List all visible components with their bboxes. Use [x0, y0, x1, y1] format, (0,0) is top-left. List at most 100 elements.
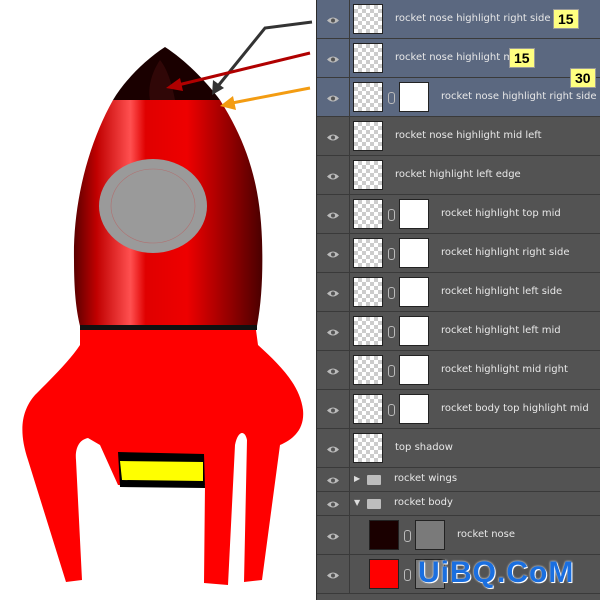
eye-icon — [326, 470, 340, 489]
eye-icon — [326, 205, 340, 224]
visibility-toggle[interactable] — [317, 195, 350, 233]
eye-icon — [326, 439, 340, 458]
layer-row[interactable]: ▼ rocket body — [317, 492, 600, 516]
layer-name[interactable]: rocket highlight top mid — [441, 208, 561, 219]
link-icon[interactable] — [404, 530, 411, 542]
layers-panel: rocket nose highlight right side up 15 roc… — [316, 0, 600, 600]
layer-thumbnail[interactable] — [353, 394, 383, 424]
eye-icon — [326, 283, 340, 302]
layer-row[interactable]: rocket nose highlight mid 15 — [317, 39, 600, 78]
layer-row[interactable]: rocket highlight right side — [317, 234, 600, 273]
eye-icon — [326, 400, 340, 419]
layer-thumbnail[interactable] — [353, 43, 383, 73]
link-icon[interactable] — [388, 365, 395, 377]
visibility-toggle[interactable] — [317, 516, 350, 554]
eye-icon — [326, 127, 340, 146]
layer-row[interactable]: rocket nose — [317, 516, 600, 555]
layer-thumbnail[interactable] — [353, 238, 383, 268]
fill-color-thumbnail[interactable] — [369, 520, 399, 550]
layer-thumbnail[interactable] — [353, 121, 383, 151]
visibility-toggle[interactable] — [317, 78, 350, 116]
layer-thumbnail[interactable] — [353, 82, 383, 112]
eye-icon — [326, 49, 340, 68]
group-name[interactable]: rocket wings — [394, 473, 457, 484]
layer-thumbnail[interactable] — [353, 355, 383, 385]
layer-mask-thumbnail[interactable] — [399, 82, 429, 112]
layer-row[interactable]: rocket highlight left edge — [317, 156, 600, 195]
layer-name[interactable]: rocket highlight left side — [441, 286, 562, 297]
layer-row[interactable]: rocket nose highlight mid left — [317, 117, 600, 156]
layer-name[interactable]: top shadow — [395, 442, 453, 453]
visibility-toggle[interactable] — [317, 390, 350, 428]
layer-name[interactable]: rocket nose highlight mid left — [395, 130, 542, 141]
layer-mask-thumbnail[interactable] — [399, 199, 429, 229]
layer-row[interactable]: ▶ rocket wings — [317, 468, 600, 492]
layer-row[interactable]: rocket body top highlight mid — [317, 390, 600, 429]
layer-row[interactable]: rocket highlight top mid — [317, 195, 600, 234]
layer-mask-thumbnail[interactable] — [399, 394, 429, 424]
layer-name[interactable]: rocket body top highlight mid — [441, 403, 589, 414]
layer-thumbnail[interactable] — [353, 160, 383, 190]
layer-name[interactable]: rocket nose highlight right side dn — [441, 91, 600, 102]
layer-mask-thumbnail[interactable] — [415, 520, 445, 550]
group-name[interactable]: rocket body — [394, 497, 453, 508]
link-icon[interactable] — [388, 248, 395, 260]
fill-color-thumbnail[interactable] — [369, 559, 399, 589]
rocket-window — [99, 159, 207, 253]
layer-mask-thumbnail[interactable] — [399, 238, 429, 268]
layer-thumbnail[interactable] — [353, 277, 383, 307]
layer-name[interactable]: rocket nose — [457, 529, 515, 540]
layer-thumbnail[interactable] — [353, 316, 383, 346]
link-icon[interactable] — [388, 287, 395, 299]
visibility-toggle[interactable] — [317, 117, 350, 155]
visibility-toggle[interactable] — [317, 0, 350, 38]
layer-row[interactable]: top shadow — [317, 429, 600, 468]
visibility-toggle[interactable] — [317, 351, 350, 389]
folder-icon — [367, 499, 381, 509]
layer-name[interactable]: rocket highlight right side — [441, 247, 570, 258]
visibility-toggle[interactable] — [317, 234, 350, 272]
layer-row[interactable]: rocket highlight left side — [317, 273, 600, 312]
visibility-toggle[interactable] — [317, 492, 350, 515]
link-icon[interactable] — [388, 92, 395, 104]
arrow-dark — [216, 20, 313, 87]
caret-right-icon[interactable]: ▶ — [354, 474, 360, 483]
layer-name[interactable]: rocket nose highlight mid — [395, 52, 522, 63]
layer-thumbnail[interactable] — [353, 199, 383, 229]
visibility-toggle[interactable] — [317, 156, 350, 194]
eye-icon — [326, 494, 340, 513]
layer-row[interactable]: rocket nose highlight right side up 15 — [317, 0, 600, 39]
rocket-nose — [113, 47, 220, 100]
layer-row[interactable]: rocket nose highlight right side dn 30 — [317, 68, 600, 117]
link-icon[interactable] — [388, 326, 395, 338]
eye-icon — [326, 322, 340, 341]
layer-name[interactable]: rocket highlight mid right — [441, 364, 568, 375]
layer-mask-thumbnail[interactable] — [399, 316, 429, 346]
layer-row[interactable]: rocket highlight left mid — [317, 312, 600, 351]
visibility-toggle[interactable] — [317, 312, 350, 350]
layer-thumbnail[interactable] — [353, 4, 383, 34]
link-icon[interactable] — [404, 569, 411, 581]
caret-down-icon[interactable]: ▼ — [354, 498, 360, 507]
layer-mask-thumbnail[interactable] — [399, 355, 429, 385]
eye-icon — [326, 166, 340, 185]
annotation-badge: 15 — [553, 9, 579, 29]
visibility-toggle[interactable] — [317, 39, 350, 77]
rocket-engine-band — [118, 452, 205, 488]
layer-thumbnail[interactable] — [353, 433, 383, 463]
layer-name[interactable]: rocket highlight left edge — [395, 169, 521, 180]
layer-row[interactable]: rocket highlight mid right — [317, 351, 600, 390]
folder-icon — [367, 475, 381, 485]
link-icon[interactable] — [388, 209, 395, 221]
visibility-toggle[interactable] — [317, 555, 350, 593]
visibility-toggle[interactable] — [317, 468, 350, 491]
layer-mask-thumbnail[interactable] — [399, 277, 429, 307]
eye-icon — [326, 526, 340, 545]
layer-name[interactable]: rocket highlight left mid — [441, 325, 561, 336]
layer-name[interactable]: rocket nose highlight right side up — [395, 13, 566, 24]
annotation-badge: 15 — [509, 48, 535, 68]
link-icon[interactable] — [388, 404, 395, 416]
visibility-toggle[interactable] — [317, 273, 350, 311]
eye-icon — [326, 361, 340, 380]
visibility-toggle[interactable] — [317, 429, 350, 467]
